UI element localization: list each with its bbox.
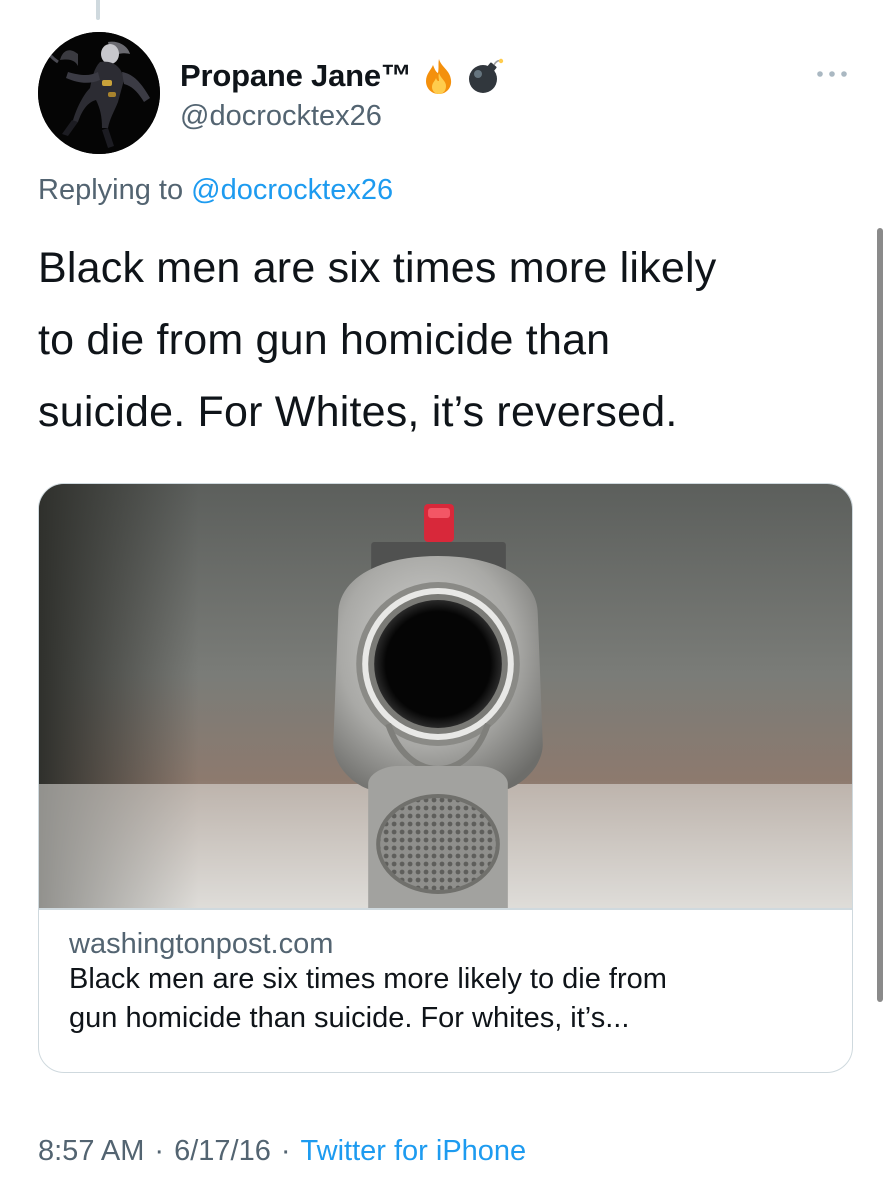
- card-title-line: Black men are six times more likely to d…: [69, 963, 667, 995]
- author-handle[interactable]: @docrocktex26: [180, 100, 382, 133]
- link-preview-card[interactable]: washingtonpost.com Black men are six tim…: [38, 483, 853, 1073]
- tweet-source-link[interactable]: Twitter for iPhone: [301, 1135, 527, 1168]
- avatar-image: [38, 32, 160, 154]
- tweet-text-line: Black men are six times more likely: [38, 244, 717, 292]
- tweet-time[interactable]: 8:57 AM: [38, 1135, 144, 1168]
- meta-separator: ·: [154, 1135, 165, 1167]
- reply-mention-link[interactable]: @docrocktex26: [191, 174, 393, 206]
- more-options-button[interactable]: [812, 62, 852, 86]
- display-name[interactable]: Propane Jane™: [180, 58, 412, 94]
- reply-prefix: Replying to: [38, 174, 184, 206]
- tweet-metadata: 8:57 AM · 6/17/16 · Twitter for iPhone: [38, 1135, 526, 1168]
- card-title-line: gun homicide than suicide. For whites, i…: [69, 1002, 630, 1034]
- thread-connector-line: [96, 0, 100, 20]
- reply-context: Replying to @docrocktex26: [38, 174, 393, 207]
- fire-emoji-icon: [422, 57, 456, 95]
- meta-separator: ·: [280, 1135, 291, 1167]
- card-domain: washingtonpost.com: [69, 928, 334, 960]
- author-name-row: Propane Jane™: [180, 56, 503, 96]
- card-divider: [39, 908, 852, 910]
- more-options-icon: [817, 71, 847, 77]
- tweet-date[interactable]: 6/17/16: [174, 1135, 271, 1168]
- tweet-text-line: to die from gun homicide than: [38, 316, 611, 364]
- avatar[interactable]: [38, 32, 160, 154]
- tweet-text: Black men are six times more likely to d…: [38, 232, 848, 448]
- card-title: Black men are six times more likely to d…: [69, 960, 829, 1038]
- tweet-text-line: suicide. For Whites, it’s reversed.: [38, 388, 678, 436]
- bomb-emoji-icon: [466, 57, 503, 95]
- scrollbar[interactable]: [877, 228, 883, 1002]
- card-image-pistol-muzzle: [39, 484, 852, 908]
